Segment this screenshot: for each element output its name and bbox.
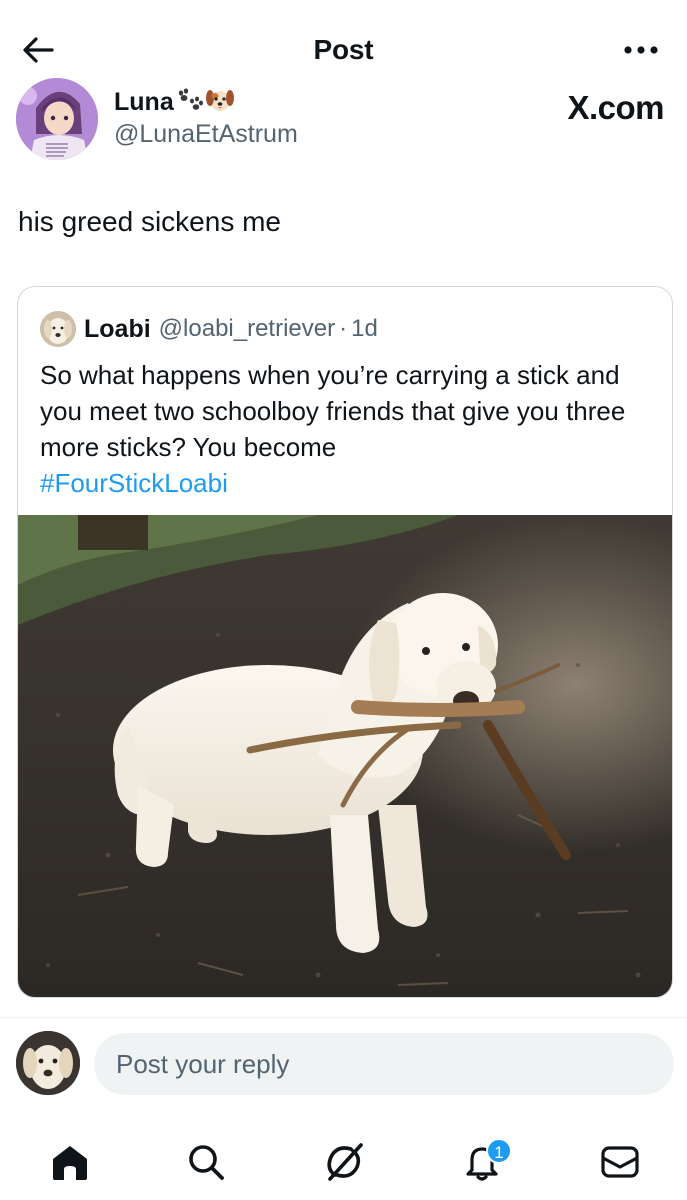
quoted-post-header: Loabi @loabi_retriever · 1d: [40, 309, 378, 349]
more-dots-icon: [624, 46, 658, 54]
dog-face-icon: [205, 90, 234, 111]
anime-avatar-icon: [16, 78, 98, 160]
author-handle[interactable]: @LunaEtAstrum: [114, 118, 298, 150]
paw-prints-icon: [178, 88, 203, 110]
quoted-avatar[interactable]: [40, 311, 76, 347]
dog-avatar-icon: [40, 311, 76, 347]
dog-avatar-icon: [16, 1031, 80, 1095]
more-options-button[interactable]: [621, 36, 661, 64]
top-bar: Post: [0, 0, 687, 90]
nav-search[interactable]: [178, 1134, 234, 1190]
mail-icon: [601, 1146, 639, 1178]
search-icon: [189, 1145, 224, 1180]
golden-retriever-photo: [18, 515, 672, 997]
quoted-timestamp[interactable]: 1d: [351, 315, 378, 343]
nav-grok[interactable]: [316, 1134, 372, 1190]
nav-messages[interactable]: [592, 1134, 648, 1190]
avatar[interactable]: [16, 78, 98, 160]
quoted-author-name[interactable]: Loabi: [84, 315, 151, 344]
bottom-navigation: 1: [0, 1118, 687, 1200]
divider: [0, 1017, 687, 1018]
reply-input[interactable]: [94, 1033, 674, 1095]
notification-badge: 1: [486, 1138, 512, 1164]
grok-icon: [327, 1143, 363, 1181]
post-text: his greed sickens me: [18, 206, 282, 237]
post-author: Luna @LunaEtAstrum X.com: [16, 78, 676, 162]
quoted-post-text: So what happens when you’re carrying a s…: [40, 360, 626, 462]
quoted-post-photo[interactable]: [18, 515, 672, 997]
nav-notifications[interactable]: 1: [454, 1134, 512, 1190]
home-icon: [53, 1146, 87, 1180]
current-user-avatar[interactable]: [16, 1031, 80, 1095]
page-title: Post: [313, 34, 374, 65]
quoted-post[interactable]: Loabi @loabi_retriever · 1d So what happ…: [17, 286, 673, 998]
hashtag-link[interactable]: #FourStickLoabi: [40, 465, 228, 501]
xcom-watermark: X.com: [567, 89, 664, 126]
quoted-author-handle[interactable]: @loabi_retriever: [159, 315, 335, 343]
dot-separator: ·: [339, 315, 348, 342]
nav-home[interactable]: [42, 1134, 98, 1190]
author-name[interactable]: Luna: [114, 86, 235, 117]
